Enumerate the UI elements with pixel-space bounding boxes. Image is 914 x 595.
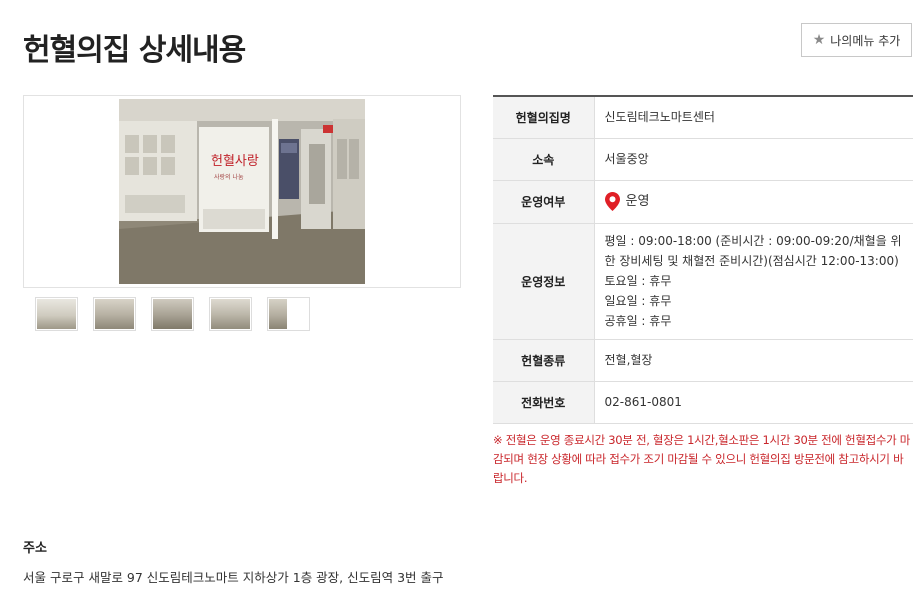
center-photo: 헌혈사랑 사랑의 나눔: [119, 99, 365, 284]
thumbnail[interactable]: [93, 297, 136, 331]
star-icon: ★: [812, 32, 826, 48]
row-label: 전화번호: [493, 381, 595, 424]
table-row: 운영여부 운영: [493, 180, 913, 224]
table-row: 소속 서울중앙: [493, 138, 913, 181]
location-pin-icon: [604, 192, 620, 211]
row-label: 소속: [493, 138, 595, 181]
address-heading: 주소: [23, 541, 47, 556]
row-label: 헌혈종류: [493, 339, 595, 382]
row-label: 운영여부: [493, 180, 595, 224]
hours-weekday: 평일 : 09:00-18:00 (준비시간 : 09:00-09:20/채혈을…: [604, 234, 902, 268]
table-row: 전화번호 02-861-0801: [493, 381, 913, 424]
main-photo-frame: 헌혈사랑 사랑의 나눔: [23, 95, 461, 288]
table-row: 운영정보 평일 : 09:00-18:00 (준비시간 : 09:00-09:2…: [493, 223, 913, 340]
status-value: 운영: [625, 193, 650, 209]
affiliation-value: 서울중앙: [594, 138, 913, 181]
table-row: 헌혈종류 전혈,혈장: [493, 339, 913, 382]
svg-text:헌혈사랑: 헌혈사랑: [211, 154, 259, 169]
center-name-value: 신도림테크노마트센터: [594, 96, 913, 139]
phone-value: 02-861-0801: [594, 381, 913, 424]
add-my-menu-label: 나의메뉴 추가: [830, 33, 901, 48]
center-info-table: 헌혈의집명 신도림테크노마트센터 소속 서울중앙 운영여부 운영 운영정보 평일…: [493, 95, 913, 424]
status-indicator: 운영: [604, 192, 904, 212]
deadline-notice: ※ 전혈은 운영 종료시간 30분 전, 혈장은 1시간,혈소판은 1시간 30…: [493, 433, 911, 485]
table-row: 헌혈의집명 신도림테크노마트센터: [493, 96, 913, 139]
thumbnail-strip: [35, 297, 310, 331]
hours-saturday: 토요일 : 휴무: [604, 274, 672, 288]
address-text: 서울 구로구 새말로 97 신도림테크노마트 지하상가 1층 광장, 신도림역 …: [23, 570, 444, 585]
thumbnail[interactable]: [35, 297, 78, 331]
donation-type-value: 전혈,혈장: [594, 339, 913, 382]
thumbnail[interactable]: [209, 297, 252, 331]
row-label: 운영정보: [493, 223, 595, 340]
hours-cell: 평일 : 09:00-18:00 (준비시간 : 09:00-09:20/채혈을…: [594, 223, 913, 340]
svg-text:사랑의 나눔: 사랑의 나눔: [214, 173, 244, 181]
hours-sunday: 일요일 : 휴무: [604, 294, 672, 308]
page-title: 헌혈의집 상세내용: [23, 33, 246, 68]
hours-holiday: 공휴일 : 휴무: [604, 314, 672, 328]
status-cell: 운영: [594, 180, 913, 224]
thumbnail[interactable]: [151, 297, 194, 331]
row-label: 헌혈의집명: [493, 96, 595, 139]
thumbnail[interactable]: [267, 297, 310, 331]
add-my-menu-button[interactable]: ★ 나의메뉴 추가: [801, 23, 912, 57]
